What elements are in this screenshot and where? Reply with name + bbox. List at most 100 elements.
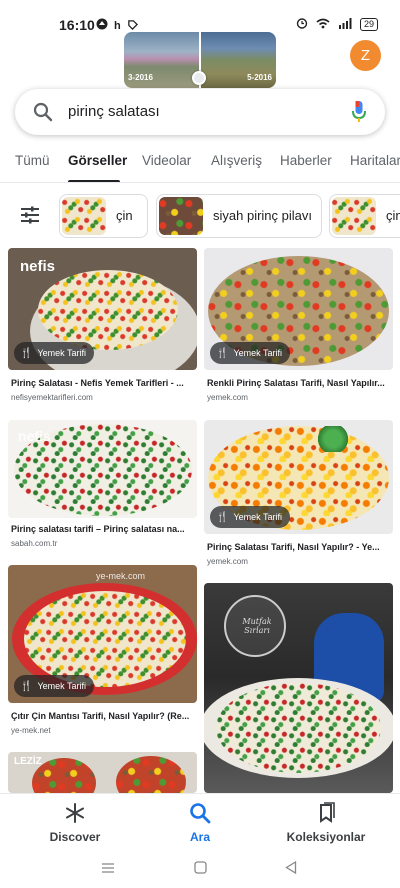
result-image[interactable]: nefis (8, 420, 197, 518)
nav-label: Discover (49, 830, 101, 844)
result-image[interactable]: 🍴 Yemek Tarifi (204, 420, 393, 534)
search-icon (140, 802, 260, 824)
result-source: ye-mek.net (11, 726, 51, 735)
doodle-before-label: 3-2016 (128, 73, 153, 82)
badge-label: Yemek Tarifi (37, 348, 86, 358)
image-result[interactable]: 🍴 Yemek Tarifi Pirinç Salatası Tarifi, N… (204, 420, 393, 570)
nav-discover[interactable]: Discover (15, 802, 135, 846)
recipe-badge: 🍴 Yemek Tarifi (210, 506, 290, 528)
result-image[interactable]: 🍴 Yemek Tarifi (204, 248, 393, 370)
result-image[interactable]: nefis 🍴 Yemek Tarifi (8, 248, 197, 370)
image-result[interactable]: LEZİZ (8, 752, 197, 793)
result-title[interactable]: Pirinç Salatası Tarifi, Nasıl Yapılır? -… (207, 542, 393, 552)
doodle-slider-handle[interactable] (192, 71, 206, 85)
filter-tune-icon[interactable] (20, 206, 40, 229)
nav-label: Ara (189, 830, 210, 844)
result-image[interactable]: LEZİZ (8, 752, 197, 793)
image-watermark: Mutfak Sırları (242, 617, 272, 635)
menu-icon[interactable] (101, 861, 115, 877)
nav-collections[interactable]: Koleksiyonlar (266, 802, 386, 846)
doodle-after-label: 5-2016 (247, 73, 272, 82)
mic-icon[interactable] (351, 100, 367, 129)
chip-label: çin (386, 208, 400, 223)
tag-icon (127, 19, 138, 33)
image-watermark: nefis (20, 258, 56, 275)
system-navigation-bar (0, 851, 400, 888)
doodle-before-pane: 3-2016 (124, 32, 199, 88)
badge-label: Yemek Tarifi (233, 348, 282, 358)
home-icon[interactable] (194, 861, 207, 877)
image-watermark: LEZİZ (14, 756, 42, 767)
recipe-badge: 🍴 Yemek Tarifi (210, 342, 290, 364)
image-result[interactable]: nefis 🍴 Yemek Tarifi Pirinç Salatası - N… (8, 248, 197, 408)
carrier-h-icon: h (114, 19, 121, 32)
result-title[interactable]: Pirinç salatası tarifi – Pirinç salatası… (11, 524, 197, 534)
chip-label: siyah pirinç pilavı (213, 208, 312, 223)
recipe-badge: 🍴 Yemek Tarifi (14, 342, 94, 364)
food-shape (116, 756, 186, 793)
asterisk-icon (15, 802, 135, 824)
chip-thumbnail (159, 197, 203, 235)
result-source: nefisyemektarifleri.com (11, 393, 93, 402)
recipe-badge: 🍴 Yemek Tarifi (14, 675, 94, 697)
bottom-navigation: Discover Ara Koleksiyonlar (0, 793, 400, 851)
tab-maps[interactable]: Haritalar (350, 153, 400, 168)
search-box[interactable]: pirinç salatası (15, 89, 385, 135)
back-icon[interactable] (285, 860, 297, 877)
image-watermark: ye-mek.com (96, 571, 146, 581)
notification-icons: h (96, 18, 138, 33)
related-chip[interactable]: çin (59, 194, 148, 238)
related-chip[interactable]: çin (329, 194, 400, 238)
tab-all[interactable]: Tümü (15, 153, 50, 168)
alarm-icon (296, 17, 308, 32)
wifi-icon (316, 18, 330, 32)
fork-knife-icon: 🍴 (216, 511, 229, 523)
image-result[interactable]: ye-mek.com 🍴 Yemek Tarifi Çıtır Çin Mant… (8, 565, 197, 737)
result-source: yemek.com (207, 393, 248, 402)
search-icon (33, 102, 53, 127)
signal-icon (338, 17, 352, 32)
food-shape (216, 683, 381, 773)
doodle-after-pane: 5-2016 (199, 32, 276, 88)
fork-knife-icon: 🍴 (20, 680, 33, 692)
tab-images[interactable]: Görseller (68, 153, 127, 168)
result-title[interactable]: Pirinç Salatası - Nefis Yemek Tarifleri … (11, 378, 197, 388)
fork-knife-icon: 🍴 (20, 347, 33, 359)
result-image[interactable]: ye-mek.com 🍴 Yemek Tarifi (8, 565, 197, 703)
result-source: sabah.com.tr (11, 539, 58, 548)
result-title[interactable]: Çıtır Çin Mantısı Tarifi, Nasıl Yapılır?… (11, 711, 197, 721)
image-result[interactable]: Mutfak Sırları (204, 583, 393, 793)
image-result[interactable]: nefis Pirinç salatası tarifi – Pirinç sa… (8, 420, 197, 555)
badge-label: Yemek Tarifi (233, 512, 282, 522)
chip-thumbnail (62, 197, 106, 235)
account-avatar[interactable]: Z (350, 40, 381, 71)
tab-shopping[interactable]: Alışveriş (211, 153, 262, 168)
search-input[interactable]: pirinç salatası (68, 103, 160, 120)
fork-knife-icon: 🍴 (216, 347, 229, 359)
nav-search[interactable]: Ara (140, 802, 260, 846)
parsley-garnish (316, 426, 350, 452)
image-result[interactable]: 🍴 Yemek Tarifi Renkli Pirinç Salatası Ta… (204, 248, 393, 408)
food-shape (24, 591, 186, 687)
food-shape (38, 270, 178, 350)
badge-label: Yemek Tarifi (37, 681, 86, 691)
search-tabs: Tümü Görseller Videolar Alışveriş Haberl… (0, 145, 400, 183)
related-chips: çin siyah pirinç pilavı çin (0, 192, 400, 242)
system-status-icons: 29 (296, 17, 378, 32)
result-image[interactable]: Mutfak Sırları (204, 583, 393, 793)
image-watermark: nefis (18, 428, 51, 444)
collections-icon (266, 802, 386, 824)
tab-videos[interactable]: Videolar (142, 153, 191, 168)
watermark-seal: Mutfak Sırları (224, 595, 286, 657)
active-tab-indicator (68, 180, 120, 182)
chip-thumbnail (332, 197, 376, 235)
status-time: 16:10 (59, 17, 95, 33)
app-notification-icon (96, 18, 108, 33)
battery-icon: 29 (359, 18, 378, 31)
related-chip[interactable]: siyah pirinç pilavı (156, 194, 322, 238)
result-title[interactable]: Renkli Pirinç Salatası Tarifi, Nasıl Yap… (207, 378, 393, 388)
result-source: yemek.com (207, 557, 248, 566)
nav-label: Koleksiyonlar (286, 830, 366, 844)
chip-label: çin (116, 208, 133, 223)
tab-news[interactable]: Haberler (280, 153, 332, 168)
